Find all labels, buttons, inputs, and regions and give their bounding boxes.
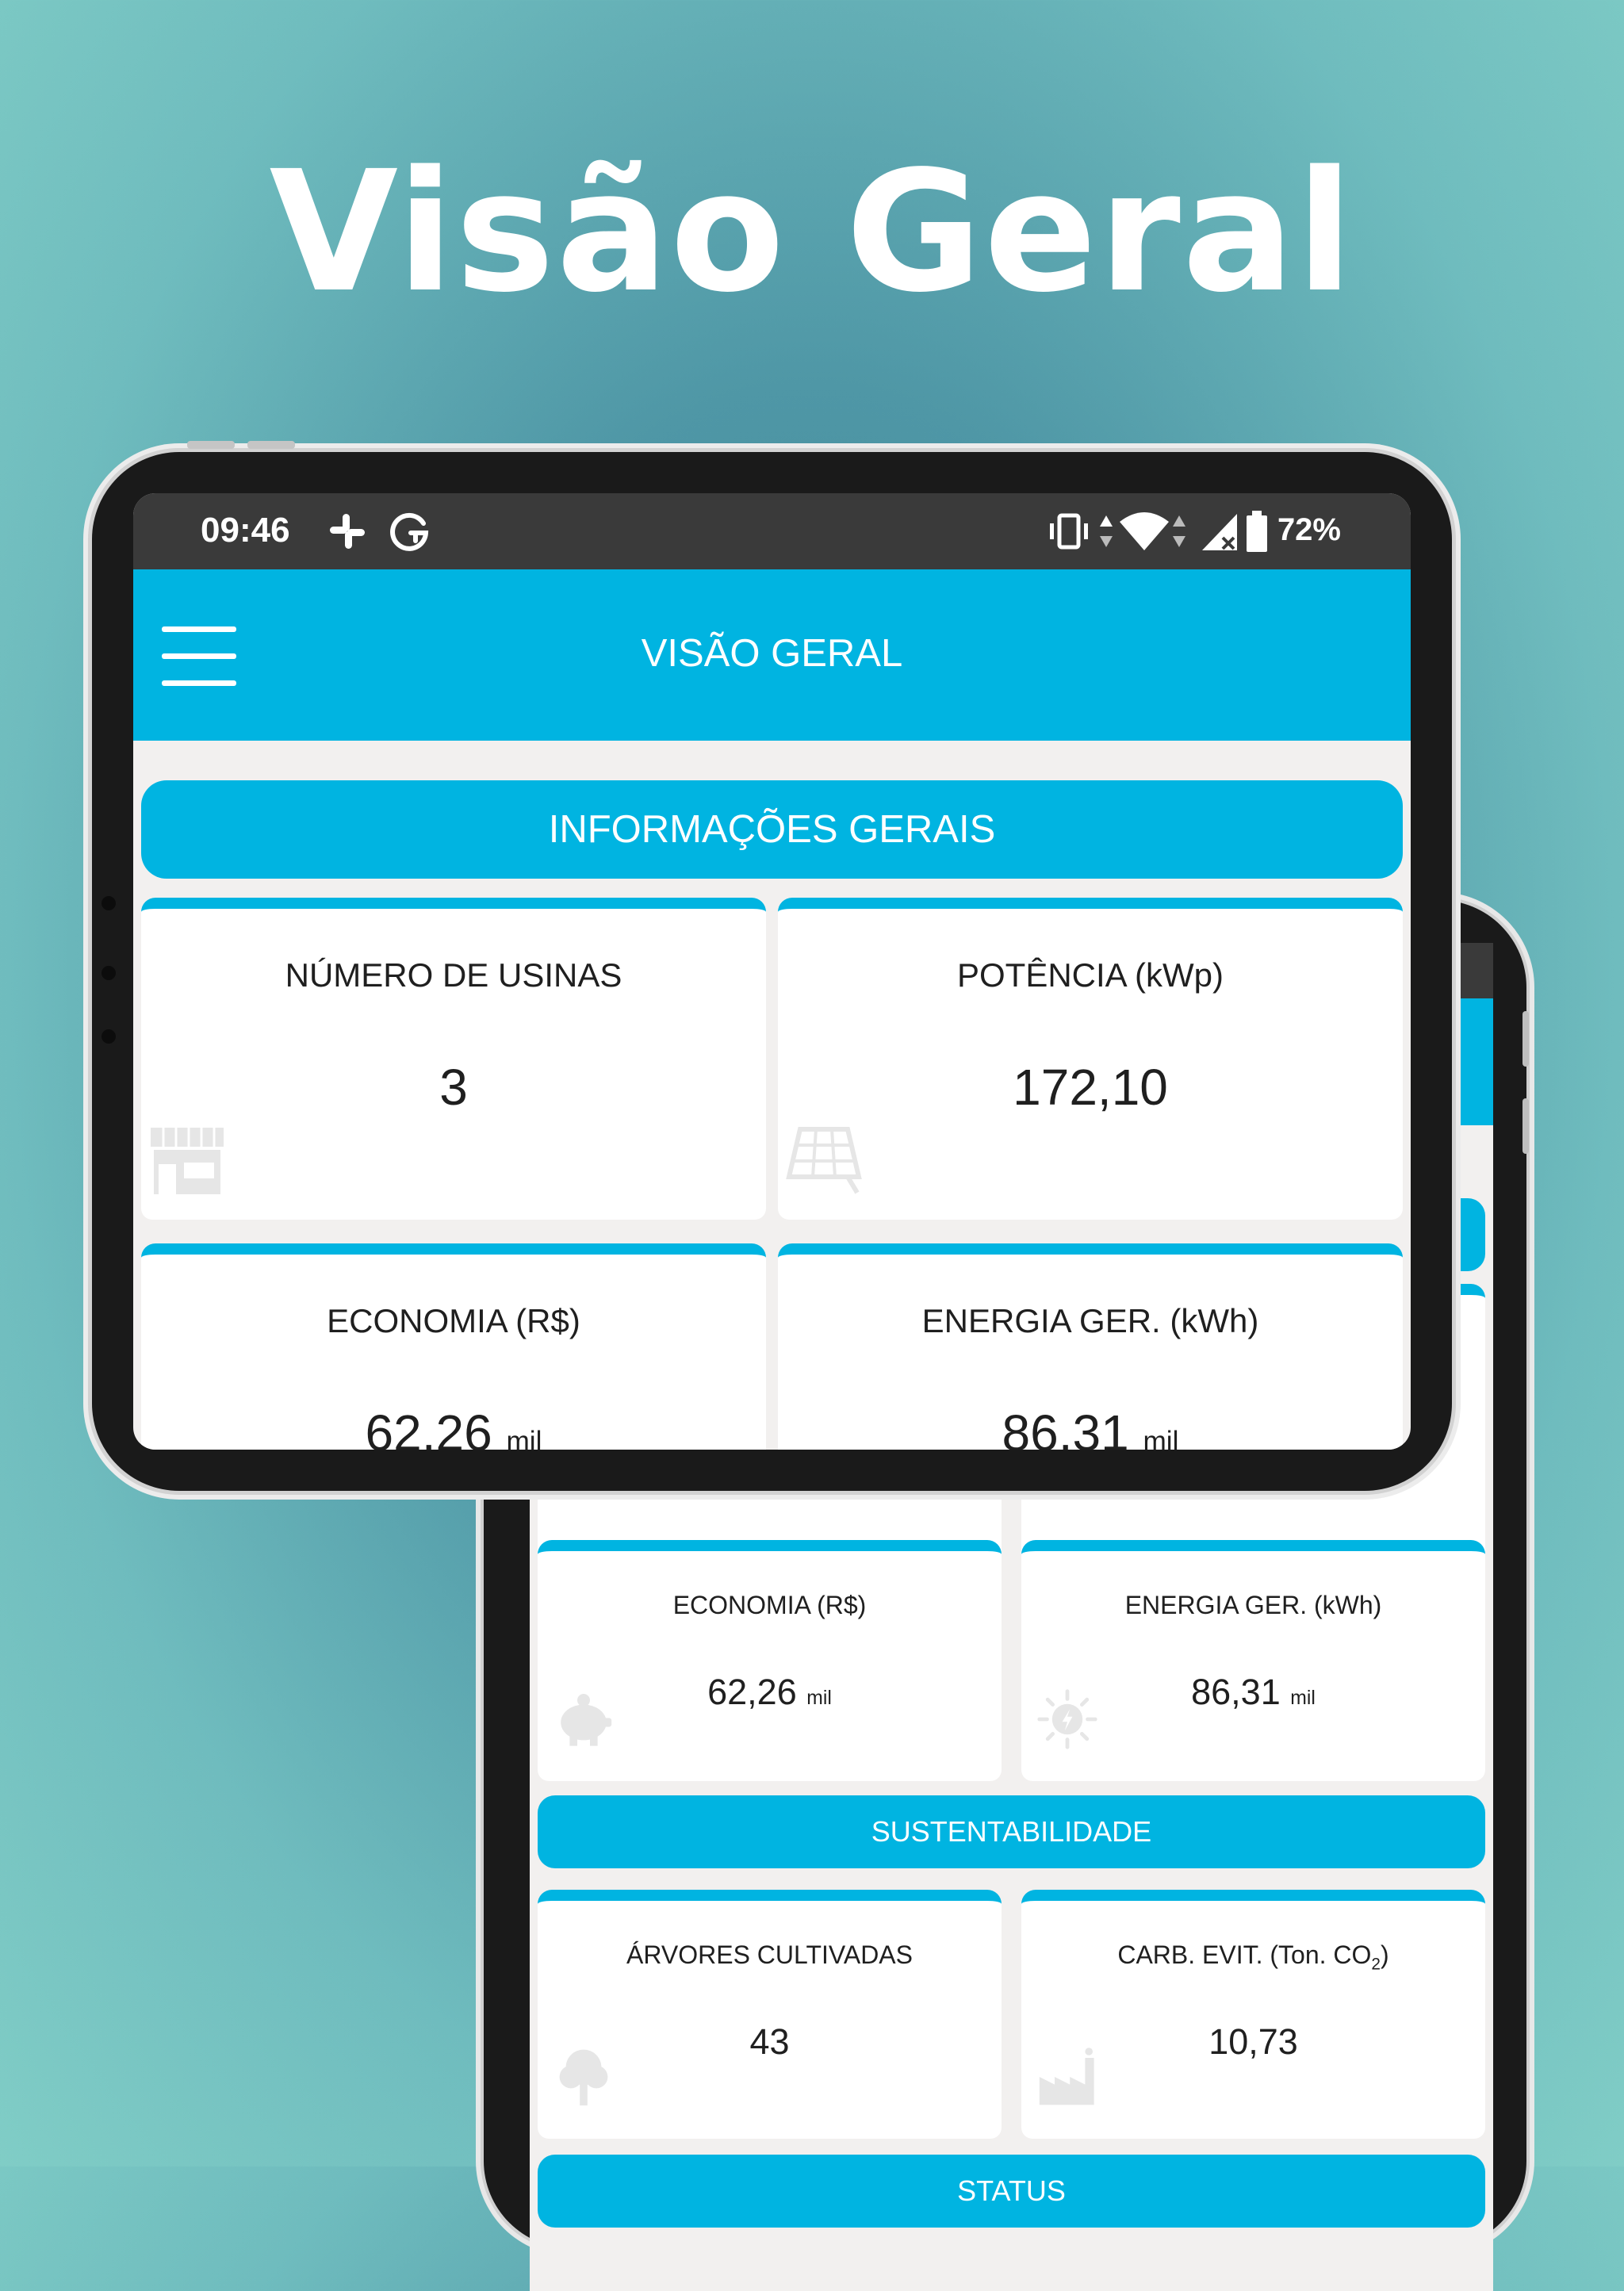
value-unit: mil <box>806 1688 832 1709</box>
headline: Visão Geral <box>269 135 1355 329</box>
label-text: ) <box>1381 1940 1389 1969</box>
status-battery: 72% <box>1277 512 1341 547</box>
card-label: ECONOMIA (R$) <box>327 1302 580 1339</box>
status-time: 09:46 <box>201 511 290 550</box>
card-value: 62,26 mil <box>141 1404 766 1450</box>
side-button <box>1522 1011 1529 1067</box>
label-text: CARB. EVIT. (Ton. CO <box>1117 1940 1372 1969</box>
top-button <box>187 441 235 449</box>
value-number: 62,26 <box>707 1672 797 1712</box>
card-value: 3 <box>439 1059 468 1116</box>
camera-dot <box>102 966 116 980</box>
card-label: ÁRVORES CULTIVADAS <box>626 1940 913 1969</box>
value-number: 62,26 <box>365 1404 492 1450</box>
landscape-screen: 09:46 72% VISÃO GERAL INFORMAÇÕES GERAIS… <box>133 493 1411 1450</box>
top-button <box>247 441 295 449</box>
card-economia: ECONOMIA (R$) 62,26 mil <box>538 1540 1002 1781</box>
section-status[interactable]: STATUS <box>538 2155 1485 2228</box>
status-bar: 09:46 72% <box>133 493 1411 569</box>
card-label: CARB. EVIT. (Ton. CO2) <box>1021 1940 1485 1974</box>
card-potencia: POTÊNCIA (kWp) 172,10 <box>778 898 1403 1220</box>
label-subscript: 2 <box>1371 1955 1381 1974</box>
signal-icon <box>1202 514 1237 550</box>
grammarly-icon <box>390 512 429 551</box>
vibrate-icon <box>1050 513 1088 550</box>
card-label: ENERGIA GER. (kWh) <box>921 1302 1259 1339</box>
card-label: POTÊNCIA (kWp) <box>956 956 1224 994</box>
camera-dot <box>102 1029 116 1044</box>
side-button <box>1522 1098 1529 1154</box>
card-label: ECONOMIA (R$) <box>672 1591 867 1619</box>
card-economia: ECONOMIA (R$) 62,26 mil <box>141 1243 766 1450</box>
value-unit: mil <box>1290 1688 1316 1709</box>
card-label: NÚMERO DE USINAS <box>285 956 622 994</box>
app-title: VISÃO GERAL <box>641 632 903 675</box>
card-carbono: CARB. EVIT. (Ton. CO2) 10,73 <box>1021 1890 1485 2139</box>
card-label: ENERGIA GER. (kWh) <box>1124 1591 1382 1619</box>
wifi-icon <box>1120 512 1169 550</box>
solar-panel-icon <box>786 1127 862 1194</box>
piggy-bank-icon <box>561 1694 612 1746</box>
factory-icon <box>1039 2048 1094 2105</box>
value-unit: mil <box>1143 1426 1179 1450</box>
camera-dot <box>102 896 116 910</box>
value-number: 86,31 <box>1002 1404 1129 1450</box>
card-arvores: ÁRVORES CULTIVADAS 43 <box>538 1890 1002 2139</box>
tablet-landscape: 09:46 72% VISÃO GERAL INFORMAÇÕES GERAIS… <box>92 441 1452 1491</box>
card-value: 172,10 <box>1013 1059 1168 1116</box>
data-arrows-icon <box>1173 515 1185 547</box>
battery-icon <box>1247 511 1267 552</box>
section-sustentabilidade[interactable]: SUSTENTABILIDADE <box>538 1795 1485 1868</box>
card-energia: ENERGIA GER. (kWh) 86,31 mil <box>1021 1540 1485 1781</box>
card-value: 86,31 mil <box>778 1404 1403 1450</box>
data-arrows-icon <box>1100 515 1113 547</box>
app-bar: VISÃO GERAL <box>133 569 1411 741</box>
value-unit: mil <box>506 1426 542 1450</box>
tree-icon <box>559 2049 608 2105</box>
section-informacoes-gerais[interactable]: INFORMAÇÕES GERAIS <box>141 780 1403 879</box>
value-number: 86,31 <box>1191 1672 1281 1712</box>
slack-icon <box>330 514 365 549</box>
card-energia: ENERGIA GER. (kWh) 86,31 mil <box>778 1243 1403 1450</box>
store-icon <box>151 1128 224 1194</box>
sun-energy-icon <box>1037 1689 1097 1749</box>
card-numero-usinas: NÚMERO DE USINAS 3 <box>141 898 766 1220</box>
